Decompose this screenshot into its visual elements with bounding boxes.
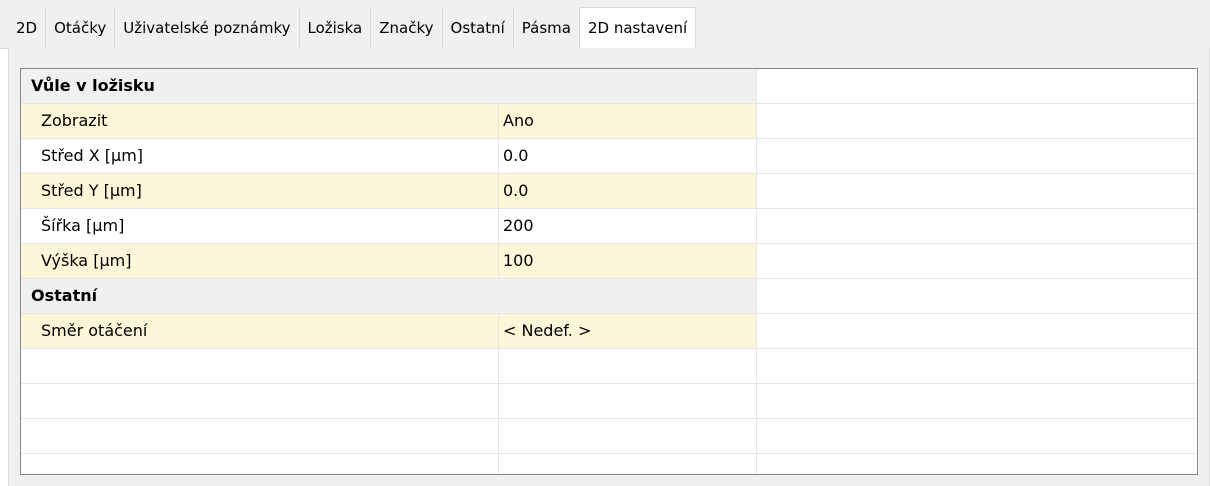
- tab-loziska[interactable]: Ložiska: [298, 8, 371, 48]
- empty-cell: [757, 69, 1197, 103]
- property-name: Výška [µm]: [21, 244, 499, 278]
- empty-cell: [499, 349, 757, 383]
- property-value[interactable]: 100: [499, 244, 757, 278]
- empty-row: [21, 349, 1197, 384]
- empty-cell: [757, 314, 1197, 348]
- property-value[interactable]: < Nedef. >: [499, 314, 757, 348]
- tab-otacky[interactable]: Otáčky: [45, 8, 114, 48]
- empty-row: [21, 384, 1197, 419]
- empty-cell: [499, 454, 757, 474]
- property-name: Zobrazit: [21, 104, 499, 138]
- empty-cell: [757, 419, 1197, 453]
- empty-row: [21, 419, 1197, 454]
- empty-cell: [499, 419, 757, 453]
- empty-cell: [757, 349, 1197, 383]
- property-value[interactable]: 200: [499, 209, 757, 243]
- property-row-smer-otaceni[interactable]: Směr otáčení < Nedef. >: [21, 314, 1197, 349]
- category-title: Vůle v ložisku: [21, 69, 757, 103]
- category-title: Ostatní: [21, 279, 757, 313]
- empty-cell: [21, 419, 499, 453]
- empty-cell: [757, 384, 1197, 418]
- category-row[interactable]: Vůle v ložisku: [21, 69, 1197, 104]
- property-grid: Vůle v ložisku Zobrazit Ano Střed X [µm]…: [20, 68, 1198, 475]
- empty-cell: [757, 174, 1197, 208]
- tab-strip: 2D Otáčky Uživatelské poznámky Ložiska Z…: [8, 7, 697, 48]
- category-row[interactable]: Ostatní: [21, 279, 1197, 314]
- property-name: Směr otáčení: [21, 314, 499, 348]
- tab-2d-nastaveni[interactable]: 2D nastavení: [578, 7, 697, 48]
- property-name: Střed X [µm]: [21, 139, 499, 173]
- property-value[interactable]: Ano: [499, 104, 757, 138]
- empty-cell: [757, 139, 1197, 173]
- empty-cell: [757, 209, 1197, 243]
- tab-2d[interactable]: 2D: [8, 8, 45, 48]
- property-name: Střed Y [µm]: [21, 174, 499, 208]
- property-value[interactable]: 0.0: [499, 174, 757, 208]
- property-row-zobrazit[interactable]: Zobrazit Ano: [21, 104, 1197, 139]
- property-row-vyska[interactable]: Výška [µm] 100: [21, 244, 1197, 279]
- property-name: Šířka [µm]: [21, 209, 499, 243]
- tab-bar: 2D Otáčky Uživatelské poznámky Ložiska Z…: [0, 0, 1210, 49]
- property-row-stred-y[interactable]: Střed Y [µm] 0.0: [21, 174, 1197, 209]
- tab-uzivatelske-poznamky[interactable]: Uživatelské poznámky: [114, 8, 298, 48]
- empty-row: [21, 454, 1197, 474]
- empty-cell: [499, 384, 757, 418]
- tab-znacky[interactable]: Značky: [370, 8, 441, 48]
- property-value[interactable]: 0.0: [499, 139, 757, 173]
- empty-cell: [21, 384, 499, 418]
- tab-ostatni[interactable]: Ostatní: [441, 8, 513, 48]
- empty-cell: [757, 279, 1197, 313]
- empty-cell: [21, 349, 499, 383]
- empty-cell: [757, 104, 1197, 138]
- property-row-stred-x[interactable]: Střed X [µm] 0.0: [21, 139, 1197, 174]
- empty-cell: [21, 454, 499, 474]
- property-row-sirka[interactable]: Šířka [µm] 200: [21, 209, 1197, 244]
- tab-pasma[interactable]: Pásma: [512, 8, 579, 48]
- empty-cell: [757, 244, 1197, 278]
- empty-cell: [757, 454, 1197, 474]
